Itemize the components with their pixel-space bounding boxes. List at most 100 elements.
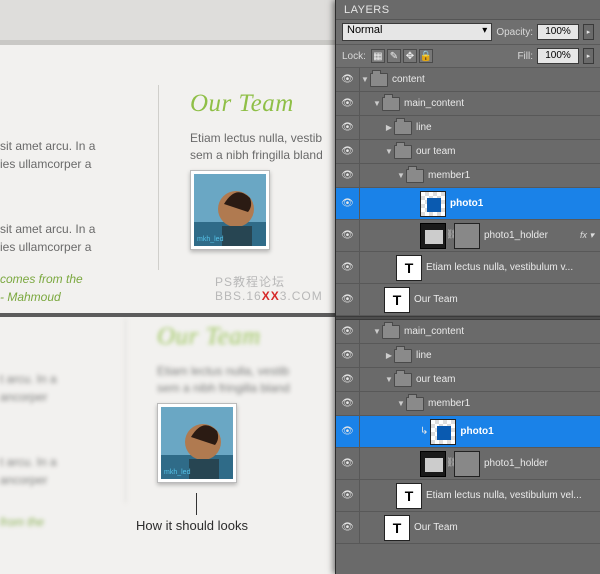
visibility-toggle[interactable] [336,164,360,187]
layer-name[interactable]: our team [412,146,455,157]
link-icon[interactable]: ⛓ [446,229,454,243]
mask-thumb-icon[interactable] [420,223,446,249]
layer-name[interactable]: photo1 [456,426,493,437]
vector-mask-thumb-icon[interactable] [454,451,480,477]
layer-name[interactable]: photo1_holder [480,230,548,241]
layer-row[interactable]: ⛓ photo1_holder fx ▾ [336,220,600,252]
visibility-toggle[interactable] [336,188,360,219]
layer-row[interactable]: TEtiam lectus nulla, vestibulum vel... [336,480,600,512]
expand-arrow-icon[interactable]: ▼ [384,375,394,384]
visibility-toggle[interactable] [336,284,360,315]
body-fragment: sit amet arcu. In aies ullamcorper a [0,220,110,256]
visibility-toggle[interactable] [336,92,360,115]
folder-icon [394,373,412,387]
opacity-label: Opacity: [496,27,533,38]
visibility-toggle[interactable] [336,252,360,283]
layer-row[interactable]: TOur Team [336,512,600,544]
layer-name[interactable]: photo1_holder [480,458,548,469]
layer-name[interactable]: photo1 [446,198,483,209]
visibility-toggle[interactable] [336,392,360,415]
opacity-input[interactable]: 100% [537,24,579,40]
expand-arrow-icon[interactable]: ▼ [396,399,406,408]
layer-name[interactable]: line [412,122,432,133]
layer-row[interactable]: TEtiam lectus nulla, vestibulum v... [336,252,600,284]
visibility-toggle[interactable] [336,416,360,447]
layer-name[interactable]: member1 [424,170,470,181]
blend-mode-select[interactable]: Normal [342,23,492,41]
text-layer-icon[interactable]: T [384,287,410,313]
expand-arrow-icon[interactable]: ▼ [396,171,406,180]
layer-thumb-icon[interactable] [430,419,456,445]
link-icon[interactable]: ⛓ [446,457,454,471]
layer-name[interactable]: Etiam lectus nulla, vestibulum vel... [422,490,582,501]
fill-stepper[interactable]: ▸ [583,48,594,64]
expand-arrow-icon[interactable]: ▼ [360,75,370,84]
site-header [0,0,336,45]
text-layer-icon[interactable]: T [384,515,410,541]
expand-arrow-icon[interactable]: ▶ [384,351,394,360]
layer-name[interactable]: line [412,350,432,361]
lead-text: Etiam lectus nulla, vestibsem a nibh fri… [157,363,312,397]
vector-mask-thumb-icon[interactable] [454,223,480,249]
site-preview-top: Our Team sit amet arcu. In aies ullamcor… [0,0,336,313]
layer-name[interactable]: member1 [424,398,470,409]
layer-group-row[interactable]: ▶ line [336,344,600,368]
layer-row[interactable]: ⛓ photo1_holder [336,448,600,480]
layer-group-row[interactable]: ▶ line [336,116,600,140]
body-fragment: sit amet arcu. In aies ullamcorper a [0,137,110,173]
visibility-toggle[interactable] [336,480,360,511]
layer-effects-icon[interactable]: fx ▾ [580,230,594,241]
pointer-line [196,493,197,515]
layers-tab[interactable]: LAYERS [336,0,600,20]
visibility-toggle[interactable] [336,116,360,139]
expand-arrow-icon[interactable]: ▼ [372,327,382,336]
layer-name[interactable]: Our Team [410,522,458,533]
visibility-toggle[interactable] [336,220,360,251]
team-photo: mkh_led [157,403,237,483]
lock-label: Lock: [342,51,366,62]
fill-input[interactable]: 100% [537,48,579,64]
layer-name[interactable]: main_content [400,326,464,337]
text-layer-icon[interactable]: T [396,255,422,281]
all-lock-icon: 🔒 [419,49,433,63]
layer-group-row[interactable]: ▼ main_content [336,92,600,116]
layer-row[interactable]: photo1 [336,188,600,220]
visibility-toggle[interactable] [336,368,360,391]
mask-thumb-icon[interactable] [420,451,446,477]
layer-row[interactable]: ↳ photo1 [336,416,600,448]
section-heading: Our Team [190,90,294,118]
expand-arrow-icon[interactable]: ▼ [372,99,382,108]
layer-group-row[interactable]: ▼ our team [336,368,600,392]
visibility-toggle[interactable] [336,344,360,367]
clipping-mask-icon: ↳ [420,426,428,437]
layer-row[interactable]: TOur Team [336,284,600,316]
layer-group-row[interactable]: ▼ main_content [336,320,600,344]
visibility-toggle[interactable] [336,68,360,91]
expand-arrow-icon[interactable]: ▼ [384,147,394,156]
photo-watermark: mkh_led [197,236,223,243]
expand-arrow-icon[interactable]: ▶ [384,123,394,132]
layer-group-row[interactable]: ▼ our team [336,140,600,164]
layer-group-row[interactable]: ▼ content [336,68,600,92]
visibility-toggle[interactable] [336,140,360,163]
position-lock-icon: ✥ [403,49,417,63]
text-layer-icon[interactable]: T [396,483,422,509]
layer-group-row[interactable]: ▼ member1 [336,392,600,416]
layer-thumb-icon[interactable] [420,191,446,217]
folder-icon [394,349,412,363]
lock-icons[interactable]: ▦✎✥🔒 [370,49,434,63]
folder-icon [382,97,400,111]
frame-divider [0,313,336,317]
visibility-toggle[interactable] [336,448,360,479]
layer-name[interactable]: main_content [400,98,464,109]
opacity-stepper[interactable]: ▸ [583,24,594,40]
layer-name[interactable]: content [388,74,425,85]
layers-list[interactable]: ▼ content ▼ main_content ▶ line ▼ our team ▼ memb… [336,68,600,574]
layer-name[interactable]: Etiam lectus nulla, vestibulum v... [422,262,573,273]
layer-group-row[interactable]: ▼ member1 [336,164,600,188]
layer-name[interactable]: our team [412,374,455,385]
visibility-toggle[interactable] [336,512,360,543]
folder-icon [394,145,412,159]
visibility-toggle[interactable] [336,320,360,343]
layer-name[interactable]: Our Team [410,294,458,305]
